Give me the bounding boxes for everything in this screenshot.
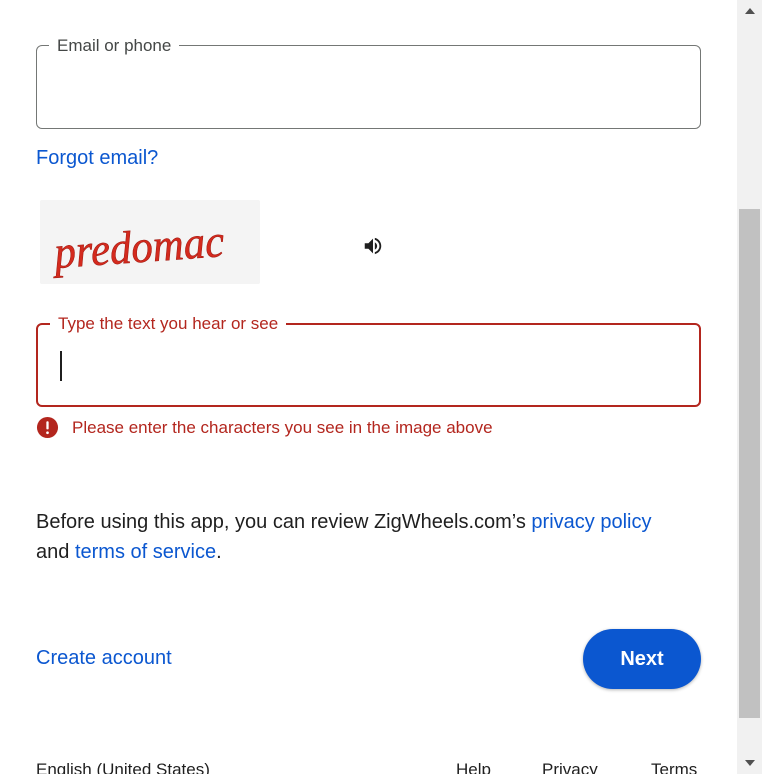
footer: English (United States) Help Privacy Ter…: [0, 760, 737, 774]
forgot-email-link[interactable]: Forgot email?: [36, 146, 158, 170]
terms-of-service-link[interactable]: terms of service: [75, 541, 216, 563]
dropdown-arrow-icon[interactable]: [272, 768, 286, 774]
disclaimer-prefix: Before using this app, you can review Zi…: [36, 511, 532, 533]
speaker-icon[interactable]: [358, 231, 388, 261]
email-field-label: Email or phone: [49, 35, 180, 57]
disclaimer-suffix: .: [216, 541, 222, 563]
language-selector[interactable]: English (United States): [36, 760, 210, 774]
privacy-policy-link[interactable]: privacy policy: [531, 511, 651, 533]
privacy-link[interactable]: Privacy: [542, 760, 598, 774]
next-button[interactable]: Next: [583, 629, 701, 689]
create-account-button[interactable]: Create account: [36, 646, 172, 670]
scroll-down-arrow-icon[interactable]: [737, 752, 762, 774]
error-message: Please enter the characters you see in t…: [72, 417, 493, 437]
scrollbar-thumb[interactable]: [739, 209, 760, 718]
error-icon: [36, 416, 59, 439]
terms-link[interactable]: Terms: [651, 760, 697, 774]
disclaimer-text: Before using this app, you can review Zi…: [36, 507, 676, 567]
captcha-error: Please enter the characters you see in t…: [36, 416, 493, 439]
help-link[interactable]: Help: [456, 760, 491, 774]
disclaimer-middle: and: [36, 541, 75, 563]
scroll-up-arrow-icon[interactable]: [737, 0, 762, 22]
captcha-field-label: Type the text you hear or see: [50, 313, 287, 335]
captcha-image: predomac: [40, 200, 260, 284]
text-caret: [60, 351, 62, 381]
scrollbar[interactable]: [737, 0, 762, 774]
email-field[interactable]: Email or phone: [36, 35, 701, 129]
captcha-input[interactable]: Type the text you hear or see: [36, 313, 701, 407]
sign-in-page: Email or phone Forgot email? predomac Ty…: [0, 0, 737, 774]
